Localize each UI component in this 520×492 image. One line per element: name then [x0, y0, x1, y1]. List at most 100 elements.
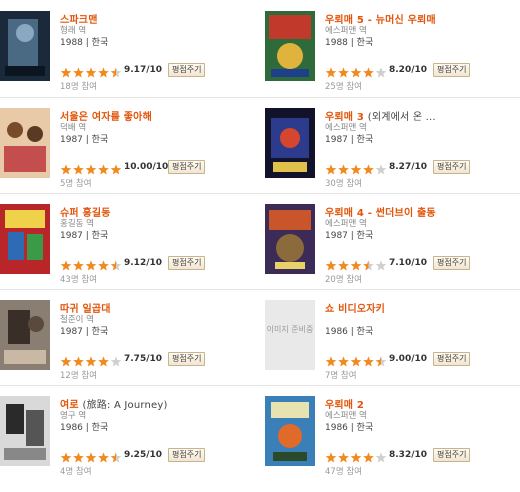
movie-score: 8.32/10 [389, 450, 428, 460]
rate-button[interactable]: 평점주기 [433, 352, 471, 366]
star-icon [85, 164, 97, 175]
movie-year-country: 1987 | 한국 [60, 135, 109, 145]
movie-score: 9.25/10 [124, 450, 163, 460]
filmography-grid: 스파크맨 형래 역 1988 | 한국 9.17/10 평점주기 18명 참여 우뢰매 5… [0, 0, 520, 481]
star-icon [110, 356, 122, 367]
star-icon [73, 67, 84, 78]
star-icon [325, 356, 337, 367]
star-icon [85, 356, 97, 367]
movie-year-country: 1986 | 한국 [60, 423, 109, 433]
star-icon [363, 260, 374, 271]
vote-count: 20명 참여 [325, 275, 362, 285]
vote-count: 7명 참여 [325, 371, 357, 381]
star-icon [363, 164, 374, 175]
movie-item: 따귀 일곱대 철준이 역 1987 | 한국 7.75/10 평점주기 12명 참여 [0, 300, 260, 396]
movie-score: 10.00/10 [124, 162, 169, 172]
star-rating [325, 161, 387, 175]
star-icon [375, 67, 387, 78]
star-icon [98, 67, 109, 78]
movie-poster[interactable] [265, 204, 315, 274]
star-icon [375, 164, 387, 175]
star-rating [325, 64, 387, 78]
star-icon [98, 260, 109, 271]
star-icon [350, 260, 362, 271]
star-icon [338, 356, 349, 367]
movie-title-suffix[interactable]: (외계에서 온 ... [368, 112, 436, 123]
movie-item: 우뢰매 2 에스퍼맨 역 1986 | 한국 8.32/10 평점주기 47명 참여 [265, 396, 520, 492]
movie-item: 여로 (旅路: A Journey) 영구 역 1986 | 한국 9.25/10 평점… [0, 396, 260, 492]
star-icon [110, 452, 122, 463]
rate-button[interactable]: 평점주기 [168, 256, 206, 270]
star-icon [325, 164, 337, 175]
star-icon [98, 452, 109, 463]
row-divider [0, 193, 520, 194]
star-rating [325, 353, 387, 367]
star-icon [363, 356, 374, 367]
star-icon [85, 452, 97, 463]
movie-year-country: 1987 | 한국 [325, 231, 374, 241]
star-icon [73, 164, 84, 175]
star-icon [60, 164, 72, 175]
vote-count: 25명 참여 [325, 82, 362, 92]
movie-poster[interactable] [265, 11, 315, 81]
rate-button[interactable]: 평점주기 [168, 352, 206, 366]
star-icon [73, 356, 84, 367]
movie-year-country: 1987 | 한국 [325, 135, 374, 145]
rate-button[interactable]: 평점주기 [168, 448, 206, 462]
movie-title-link[interactable]: 쇼 비디오자키 [325, 300, 385, 315]
movie-poster[interactable] [0, 204, 50, 274]
star-icon [60, 67, 72, 78]
star-rating [60, 161, 122, 175]
rate-button[interactable]: 평점주기 [433, 256, 471, 270]
star-rating [60, 257, 122, 271]
movie-item: 스파크맨 형래 역 1988 | 한국 9.17/10 평점주기 18명 참여 [0, 11, 260, 107]
star-icon [363, 67, 374, 78]
row-divider [0, 97, 520, 98]
movie-poster[interactable] [265, 396, 315, 466]
movie-title[interactable]: 쇼 비디오자키 [325, 304, 385, 315]
star-icon [350, 164, 362, 175]
movie-score: 9.17/10 [124, 65, 163, 75]
star-icon [375, 356, 387, 367]
movie-poster-placeholder[interactable]: 이미지 준비중 [265, 300, 315, 370]
movie-poster[interactable] [0, 396, 50, 466]
star-icon [338, 452, 349, 463]
star-icon [350, 67, 362, 78]
rate-button[interactable]: 평점주기 [433, 160, 471, 174]
vote-count: 30명 참여 [325, 179, 362, 189]
movie-score: 9.00/10 [389, 354, 428, 364]
movie-year-country: 1988 | 한국 [60, 38, 109, 48]
movie-year-country: 1988 | 한국 [325, 38, 374, 48]
rate-button[interactable]: 평점주기 [433, 448, 471, 462]
star-icon [363, 452, 374, 463]
star-icon [110, 260, 122, 271]
star-icon [338, 67, 349, 78]
rate-button[interactable]: 평점주기 [168, 63, 206, 77]
star-rating [325, 449, 387, 463]
vote-count: 12명 참여 [60, 371, 97, 381]
star-icon [375, 452, 387, 463]
movie-poster[interactable] [0, 300, 50, 370]
movie-year-country: 1987 | 한국 [60, 231, 109, 241]
movie-item: 서울은 여자를 좋아해 덕배 역 1987 | 한국 10.00/10 평점주기 5명 … [0, 108, 260, 204]
star-icon [60, 452, 72, 463]
movie-poster[interactable] [0, 108, 50, 178]
movie-item: 우뢰매 3 (외계에서 온 ... 에스퍼맨 역 1987 | 한국 8.27/10 평… [265, 108, 520, 204]
movie-item: 이미지 준비중 쇼 비디오자키 1986 | 한국 9.00/10 평점주기 7명 참여 [265, 300, 520, 396]
movie-poster[interactable] [265, 108, 315, 178]
star-icon [350, 452, 362, 463]
vote-count: 4명 참여 [60, 467, 92, 477]
rate-button[interactable]: 평점주기 [433, 63, 471, 77]
star-icon [325, 67, 337, 78]
star-icon [60, 356, 72, 367]
rate-button[interactable]: 평점주기 [168, 160, 206, 174]
movie-poster[interactable] [0, 11, 50, 81]
star-icon [375, 260, 387, 271]
star-rating [325, 257, 387, 271]
movie-year-country: 1986 | 한국 [325, 327, 374, 337]
star-icon [325, 452, 337, 463]
movie-title-suffix[interactable]: (旅路: A Journey) [83, 400, 168, 411]
movie-item: 우뢰매 4 - 썬더브이 출동 에스퍼맨 역 1987 | 한국 7.10/10 평점… [265, 204, 520, 300]
star-icon [110, 164, 122, 175]
star-icon [73, 452, 84, 463]
